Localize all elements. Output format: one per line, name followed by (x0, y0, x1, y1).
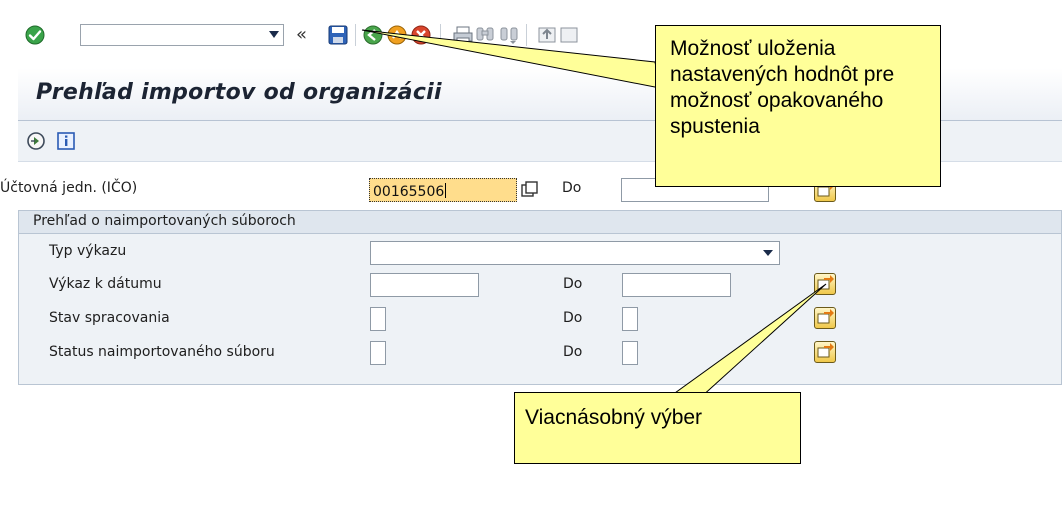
multiple-selection-callout: Viacnásobný výber (514, 392, 801, 464)
save-callout-pointer (361, 29, 661, 89)
save-variant-callout: Možnosť uloženia nastavených hodnôt pre … (655, 25, 941, 187)
multi-callout-pointer (666, 283, 827, 399)
